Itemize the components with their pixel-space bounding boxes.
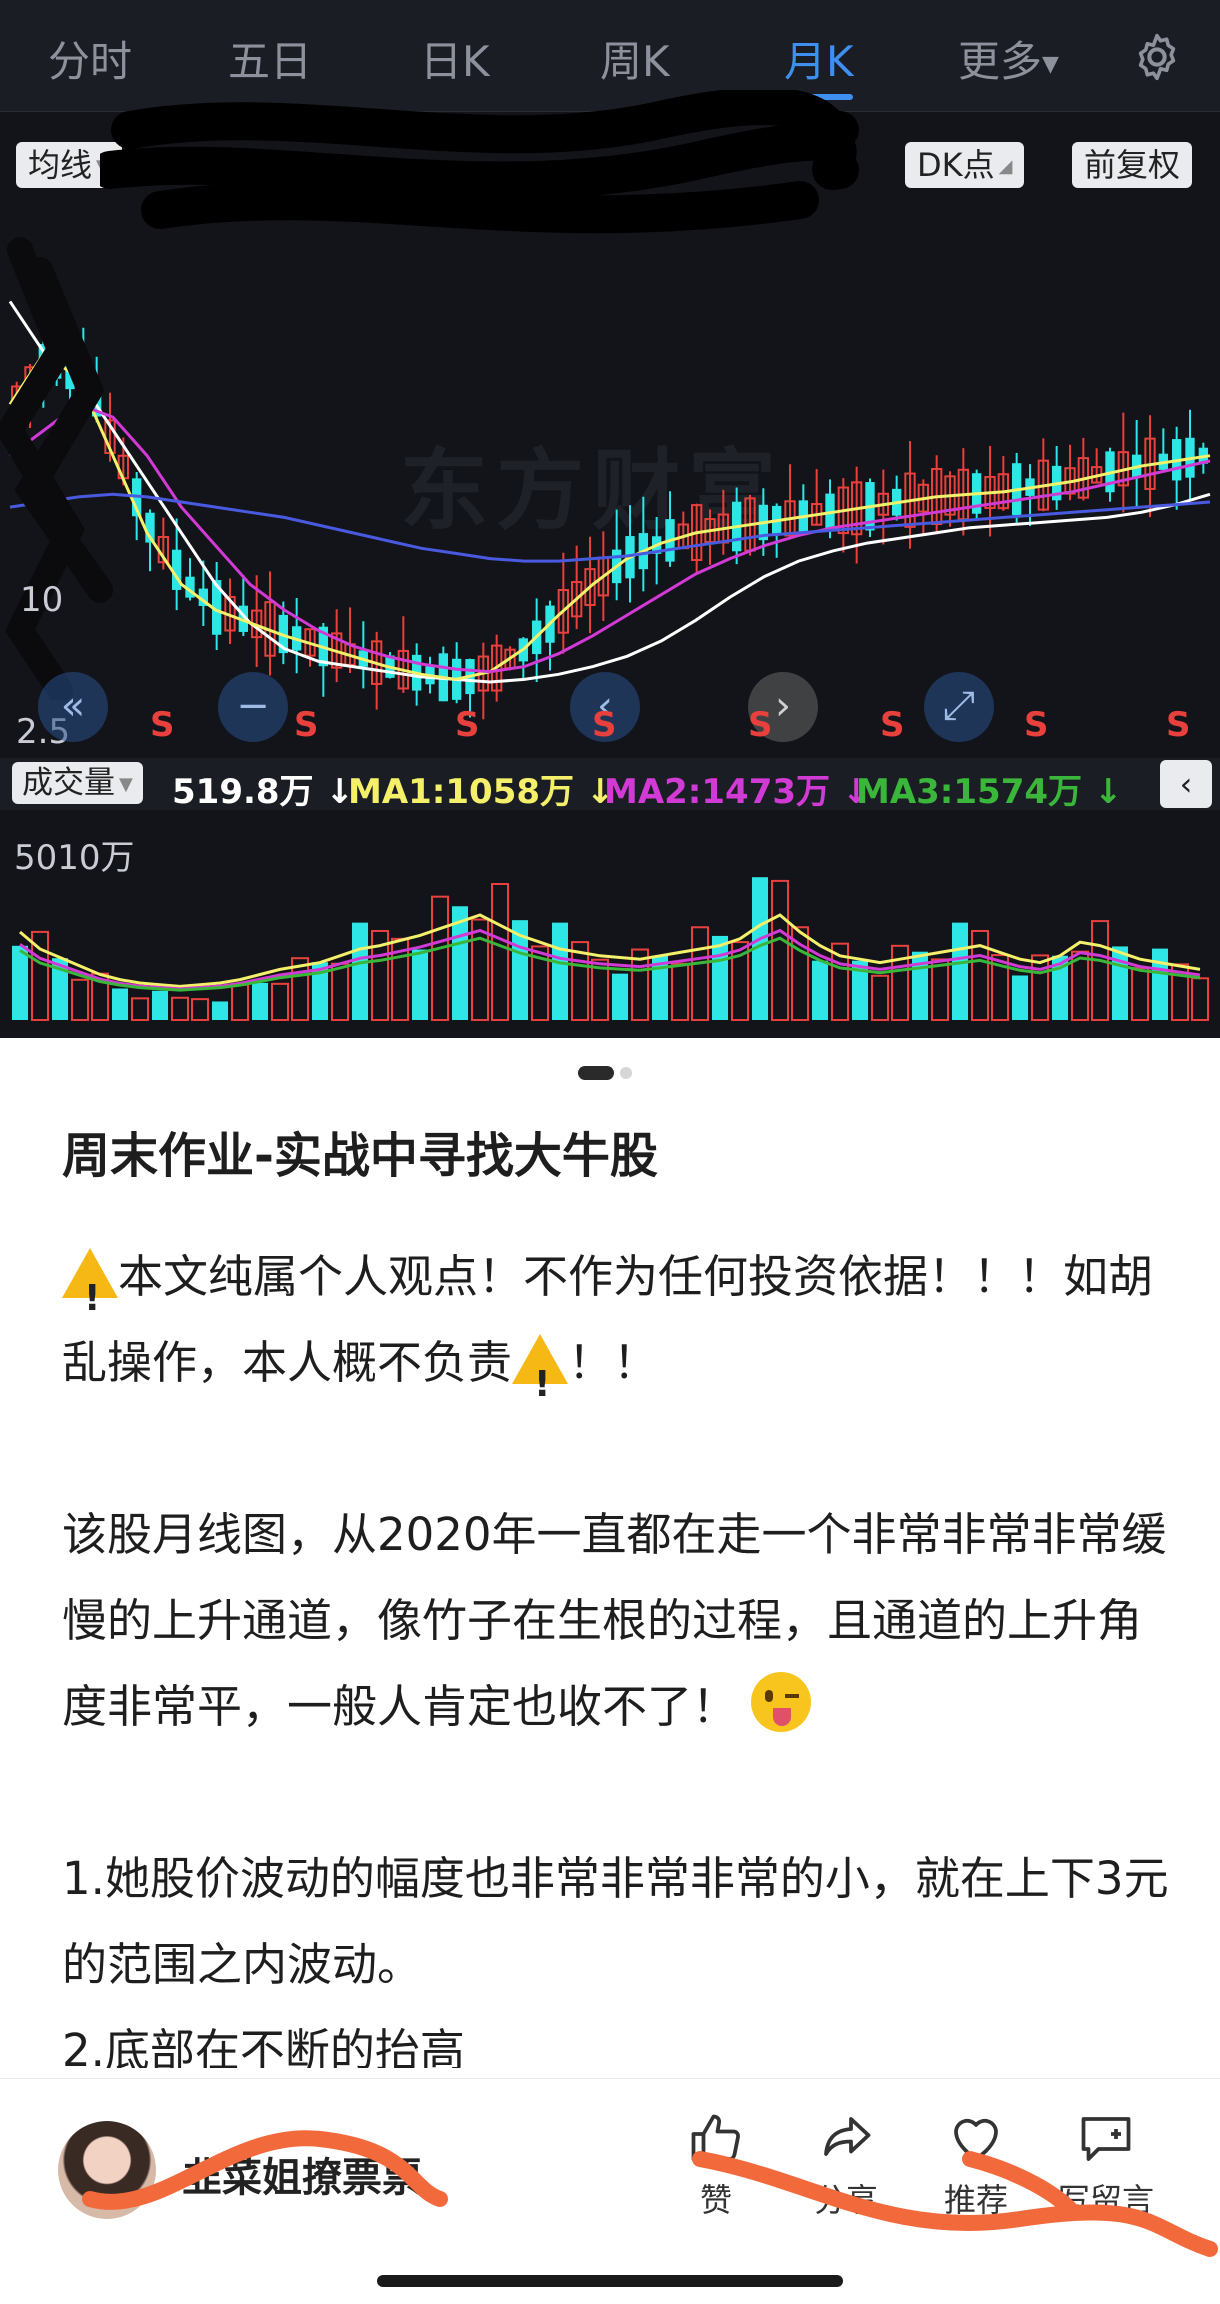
volume-selector-label: 成交量 [22, 765, 115, 801]
volume-bar [931, 958, 949, 1021]
tab-more[interactable]: 更多▼ [958, 28, 1059, 89]
volume-bar [952, 922, 968, 1020]
volume-ma1-value: MA1:1058万 [348, 772, 575, 812]
volume-bar [71, 978, 89, 1021]
redaction-scribble [100, 90, 859, 234]
sell-signal-marker: S [880, 705, 905, 745]
actions-redaction-scribble [692, 2151, 1218, 2257]
volume-bar [131, 997, 149, 1021]
point-2-paragraph: 2.底部在不断的抬高 [62, 2024, 465, 2068]
name-redaction-scribble [82, 2130, 448, 2210]
volume-bar [412, 949, 428, 1020]
volume-bar [1131, 967, 1149, 1021]
volume-bar [671, 962, 689, 1021]
tab-daily-k[interactable]: 日K [420, 28, 490, 89]
winking-face-icon [751, 1672, 812, 1732]
volume-bar [112, 988, 128, 1020]
volume-ma2-value: MA2:1473万 [604, 772, 831, 812]
sell-signal-marker: S [1024, 705, 1049, 745]
home-indicator[interactable] [377, 2275, 843, 2287]
gear-icon[interactable] [1130, 30, 1184, 84]
warning-icon [512, 1334, 569, 1428]
tab-intraday[interactable]: 分时 [48, 28, 132, 89]
volume-current-value: 519.8万 [172, 772, 314, 812]
volume-bar [1112, 946, 1128, 1020]
volume-bar [191, 998, 209, 1022]
tab-weekly-k[interactable]: 周K [600, 28, 670, 89]
scroll-left-icon[interactable]: « [38, 672, 108, 742]
volume-bar [1152, 948, 1168, 1020]
volume-bar [1012, 975, 1028, 1020]
volume-bar [171, 996, 189, 1021]
volume-bar [212, 1001, 228, 1020]
collapse-left-icon[interactable]: ‹ [1160, 760, 1212, 808]
volume-bar [252, 982, 268, 1020]
article-body: 周末作业-实战中寻找大牛股 本文纯属个人观点！不作为任何投资依据！！！如胡乱操作… [62, 1124, 1172, 2068]
volume-bar [471, 918, 489, 1021]
volume-bar [231, 983, 249, 1022]
ma-selector-label: 均线 [28, 146, 93, 184]
sell-signal-marker: S [294, 705, 319, 745]
volume-bar [431, 895, 449, 1021]
corner-triangle-icon: ◢ [998, 156, 1013, 177]
tab-monthly-k[interactable]: 月K [784, 28, 854, 89]
fullscreen-icon[interactable]: ⤢ [924, 672, 994, 742]
warning-icon [62, 1248, 118, 1342]
bottom-action-bar: 韭菜姐撩票票 赞 分享 推荐 写留言 [0, 2078, 1220, 2304]
volume-bar [12, 945, 28, 1020]
volume-bar [352, 922, 368, 1020]
down-arrow-icon: ↓ [1093, 772, 1123, 812]
tab-more-label: 更多 [958, 37, 1043, 86]
disclaimer-paragraph: 本文纯属个人观点！不作为任何投资依据！！！如胡乱操作，本人概不负责！！ [62, 1234, 1172, 1428]
tab-five-day[interactable]: 五日 [228, 28, 312, 89]
pager-dot-active[interactable] [578, 1065, 614, 1080]
volume-ma2: MA2:1473万 ↓ [604, 764, 870, 813]
stock-chart-panel: 分时 五日 日K 周K 月K 更多▼ 均线 ▼ DK点 ◢ 前复权 东方财富 10 … [0, 0, 1220, 1038]
sell-signal-marker: S [1166, 705, 1191, 745]
volume-bar [1191, 977, 1209, 1021]
volume-ma3-value: MA3:1574万 [856, 772, 1083, 812]
volume-current: 519.8万 ↓ [172, 764, 354, 813]
volume-selector[interactable]: 成交量 ▼ [12, 762, 143, 804]
sell-signal-marker: S [150, 705, 175, 745]
volume-ma1: MA1:1058万 ↓ [348, 764, 614, 813]
image-pager [578, 1062, 632, 1080]
volume-bar [491, 883, 509, 1021]
pager-dot[interactable] [620, 1066, 632, 1079]
volume-bar [691, 926, 709, 1021]
volume-bar [152, 990, 168, 1020]
price-axis-label: 10 [20, 580, 64, 620]
disclaimer-tail: ！！ [568, 1336, 659, 1389]
sell-signal-marker: S [592, 705, 617, 745]
caret-down-icon: ▼ [1042, 52, 1059, 77]
volume-chart [12, 877, 1209, 1022]
volume-bar [771, 879, 789, 1021]
point-1-paragraph: 1.她股价波动的幅度也非常非常非常的小，就在上下3元的范围之内波动。 [62, 1852, 1169, 1991]
volume-bar [552, 922, 568, 1020]
volume-bar [712, 935, 728, 1020]
dk-points-label: DK点 [917, 146, 995, 184]
volume-indicator-bar: 成交量 ▼ 519.8万 ↓ MA1:1058万 ↓ MA2:1473万 ↓ MA… [0, 758, 1220, 813]
sell-signal-marker: S [455, 705, 480, 745]
article-title: 周末作业-实战中寻找大牛股 [62, 1128, 658, 1184]
moving-average-line-2 [9, 402, 1211, 674]
volume-bar [1031, 954, 1049, 1021]
volume-bar [812, 960, 828, 1020]
caret-down-icon: ▼ [119, 773, 133, 795]
volume-bar [612, 973, 628, 1020]
sell-signal-marker: S [748, 705, 773, 745]
volume-ma3: MA3:1574万 ↓ [856, 764, 1122, 813]
analysis-paragraph: 该股月线图，从2020年一直都在走一个非常非常非常缓慢的上升通道，像竹子在生根的… [62, 1492, 1172, 1750]
volume-bar [331, 962, 349, 1021]
volume-axis-max-label: 5010万 [14, 838, 135, 878]
dk-points-button[interactable]: DK点 ◢ [905, 142, 1025, 188]
volume-bar [871, 974, 889, 1022]
analysis-text: 该股月线图，从2020年一直都在走一个非常非常非常缓慢的上升通道，像竹子在生根的… [62, 1508, 1167, 1733]
volume-bar [271, 982, 289, 1021]
volume-bar [1091, 920, 1109, 1021]
price-adjust-button[interactable]: 前复权 [1072, 142, 1193, 188]
axis-redaction-scribble [0, 237, 113, 700]
zoom-out-icon[interactable]: − [218, 672, 288, 742]
